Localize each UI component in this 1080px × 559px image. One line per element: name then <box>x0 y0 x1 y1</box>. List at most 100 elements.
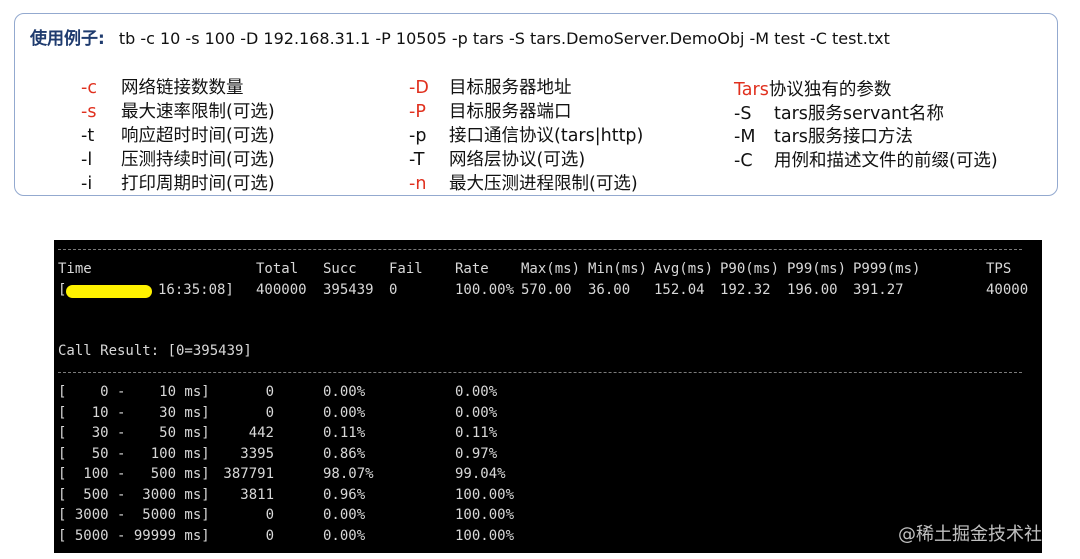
header-p999: P999(ms) <box>853 261 921 277</box>
terminal-output: Time Total Succ Fail Rate Max(ms) Min(ms… <box>54 240 1042 553</box>
option-row: -c 网络链接数数量 <box>81 76 275 100</box>
header-avg: Avg(ms) <box>654 261 714 277</box>
option-row: -D 目标服务器地址 <box>409 76 643 100</box>
bucket-range: [ 5000 - 99999 ms] <box>58 527 210 544</box>
latency-bucket-row: [ 100 - 500 ms] 387791 98.07% 99.04% <box>54 464 1042 484</box>
bucket-range: [ 10 - 30 ms] <box>58 404 210 421</box>
succ-value: 395439 <box>323 282 374 298</box>
header-rate: Rate <box>455 261 489 277</box>
tars-params-title: Tars协议独有的参数 <box>734 78 998 102</box>
bucket-count: 0 <box>265 404 274 421</box>
p999-value: 391.27 <box>853 282 904 298</box>
option-row: -i 打印周期时间(可选) <box>81 172 275 196</box>
latency-bucket-row: [ 50 - 100 ms] 3395 0.86% 0.97% <box>54 444 1042 464</box>
option-flag: -n <box>409 174 427 194</box>
option-flag: -D <box>409 78 429 98</box>
bucket-count: 0 <box>265 384 274 400</box>
bucket-cumulative: 100.00% <box>455 486 515 503</box>
option-row: -l 压测持续时间(可选) <box>81 148 275 172</box>
header-succ: Succ <box>323 261 357 277</box>
usage-label: 使用例子: <box>30 29 105 49</box>
max-value: 570.00 <box>521 282 572 298</box>
options-column-general: -c 网络链接数数量 -s 最大速率限制(可选) -t 响应超时时间(可选) -l 压测… <box>81 76 275 196</box>
bucket-range: [ 30 - 50 ms] <box>58 425 210 441</box>
bucket-percent: 0.00% <box>323 507 366 523</box>
rate-value: 100.00% <box>455 282 515 298</box>
bucket-percent: 0.00% <box>323 384 366 400</box>
bucket-range: [ 3000 - 5000 ms] <box>58 507 210 523</box>
bucket-count: 0 <box>265 507 274 523</box>
watermark: @稀土掘金技术社区 <box>898 524 1060 545</box>
option-row: -T 网络层协议(可选) <box>409 148 643 172</box>
bucket-cumulative: 100.00% <box>455 527 515 544</box>
bucket-cumulative: 0.00% <box>455 384 498 400</box>
option-flag: -P <box>409 102 426 122</box>
bucket-count: 3395 <box>240 445 274 462</box>
call-result: Call Result: [0=395439] <box>58 343 252 359</box>
option-desc: 响应超时时间(可选) <box>121 126 275 146</box>
option-flag: -T <box>409 150 425 170</box>
option-desc: 用例和描述文件的前缀(可选) <box>774 150 998 171</box>
bucket-percent: 0.96% <box>323 486 366 503</box>
option-desc: tars服务servant名称 <box>774 103 945 124</box>
header-time: Time <box>58 261 92 277</box>
latency-bucket-row: [ 0 - 10 ms] 0 0.00% 0.00% <box>54 382 1042 402</box>
option-flag: -s <box>81 102 97 122</box>
redaction-highlight <box>66 285 152 298</box>
latency-bucket-row: [ 30 - 50 ms] 442 0.11% 0.11% <box>54 423 1042 443</box>
bucket-percent: 0.00% <box>323 404 366 421</box>
option-desc: 目标服务器端口 <box>449 102 572 122</box>
call-result-line: Call Result: [0=395439] <box>54 341 1042 361</box>
bucket-count: 3811 <box>240 486 274 503</box>
p99-value: 196.00 <box>787 282 838 298</box>
option-flag: -t <box>81 126 95 146</box>
option-flag: -C <box>734 150 753 171</box>
option-row: -C 用例和描述文件的前缀(可选) <box>734 149 998 173</box>
stats-header-row: Time Total Succ Fail Rate Max(ms) Min(ms… <box>54 259 1042 279</box>
options-column-target: -D 目标服务器地址 -P 目标服务器端口 -p 接口通信协议(tars|http) … <box>409 76 643 196</box>
option-flag: -M <box>734 127 756 147</box>
option-desc: 压测持续时间(可选) <box>121 150 275 170</box>
option-flag: -l <box>81 150 93 170</box>
option-desc: 接口通信协议(tars|http) <box>449 126 644 146</box>
option-row: -s 最大速率限制(可选) <box>81 100 275 124</box>
option-row: -P 目标服务器端口 <box>409 100 643 124</box>
bucket-range: [ 50 - 100 ms] <box>58 445 210 462</box>
usage-command-line: 使用例子: tb -c 10 -s 100 -D 192.168.31.1 -P … <box>30 24 890 49</box>
bucket-cumulative: 0.97% <box>455 445 498 462</box>
fail-value: 0 <box>389 282 398 298</box>
header-p99: P99(ms) <box>787 261 847 277</box>
header-min: Min(ms) <box>588 261 648 277</box>
usage-panel: 使用例子: tb -c 10 -s 100 -D 192.168.31.1 -P … <box>14 13 1058 196</box>
tars-word: Tars <box>734 80 769 100</box>
min-value: 36.00 <box>588 282 631 298</box>
bucket-range: [ 100 - 500 ms] <box>58 466 210 482</box>
bucket-cumulative: 0.11% <box>455 425 498 441</box>
bucket-range: [ 500 - 3000 ms] <box>58 486 210 503</box>
latency-bucket-row: [ 10 - 30 ms] 0 0.00% 0.00% <box>54 403 1042 423</box>
option-row: -S tars服务servant名称 <box>734 102 998 126</box>
bucket-percent: 0.86% <box>323 445 366 462</box>
header-p90: P90(ms) <box>720 261 780 277</box>
option-desc: 目标服务器地址 <box>449 78 572 98</box>
avg-value: 152.04 <box>654 282 705 298</box>
option-desc: 最大速率限制(可选) <box>121 102 275 122</box>
option-desc: 打印周期时间(可选) <box>121 174 275 194</box>
option-row: -n 最大压测进程限制(可选) <box>409 172 643 196</box>
options-column-tars: Tars协议独有的参数 -S tars服务servant名称 -M tars服务接口… <box>734 64 998 172</box>
bucket-count: 0 <box>265 527 274 544</box>
bucket-range: [ 0 - 10 ms] <box>58 384 210 400</box>
header-tps: TPS <box>986 261 1012 277</box>
dashed-separator <box>58 249 1022 250</box>
time-value: 16:35:08] <box>158 282 234 298</box>
option-flag: -i <box>81 174 93 194</box>
bucket-cumulative: 100.00% <box>455 507 515 523</box>
tars-title-rest: 协议独有的参数 <box>768 80 892 100</box>
dashed-separator <box>58 372 1022 373</box>
option-row: -p 接口通信协议(tars|http) <box>409 124 643 148</box>
option-flag: -p <box>409 126 427 146</box>
header-fail: Fail <box>389 261 423 277</box>
option-row: -t 响应超时时间(可选) <box>81 124 275 148</box>
option-desc: 网络层协议(可选) <box>449 150 586 170</box>
latency-bucket-row: [ 3000 - 5000 ms] 0 0.00% 100.00% <box>54 505 1042 525</box>
